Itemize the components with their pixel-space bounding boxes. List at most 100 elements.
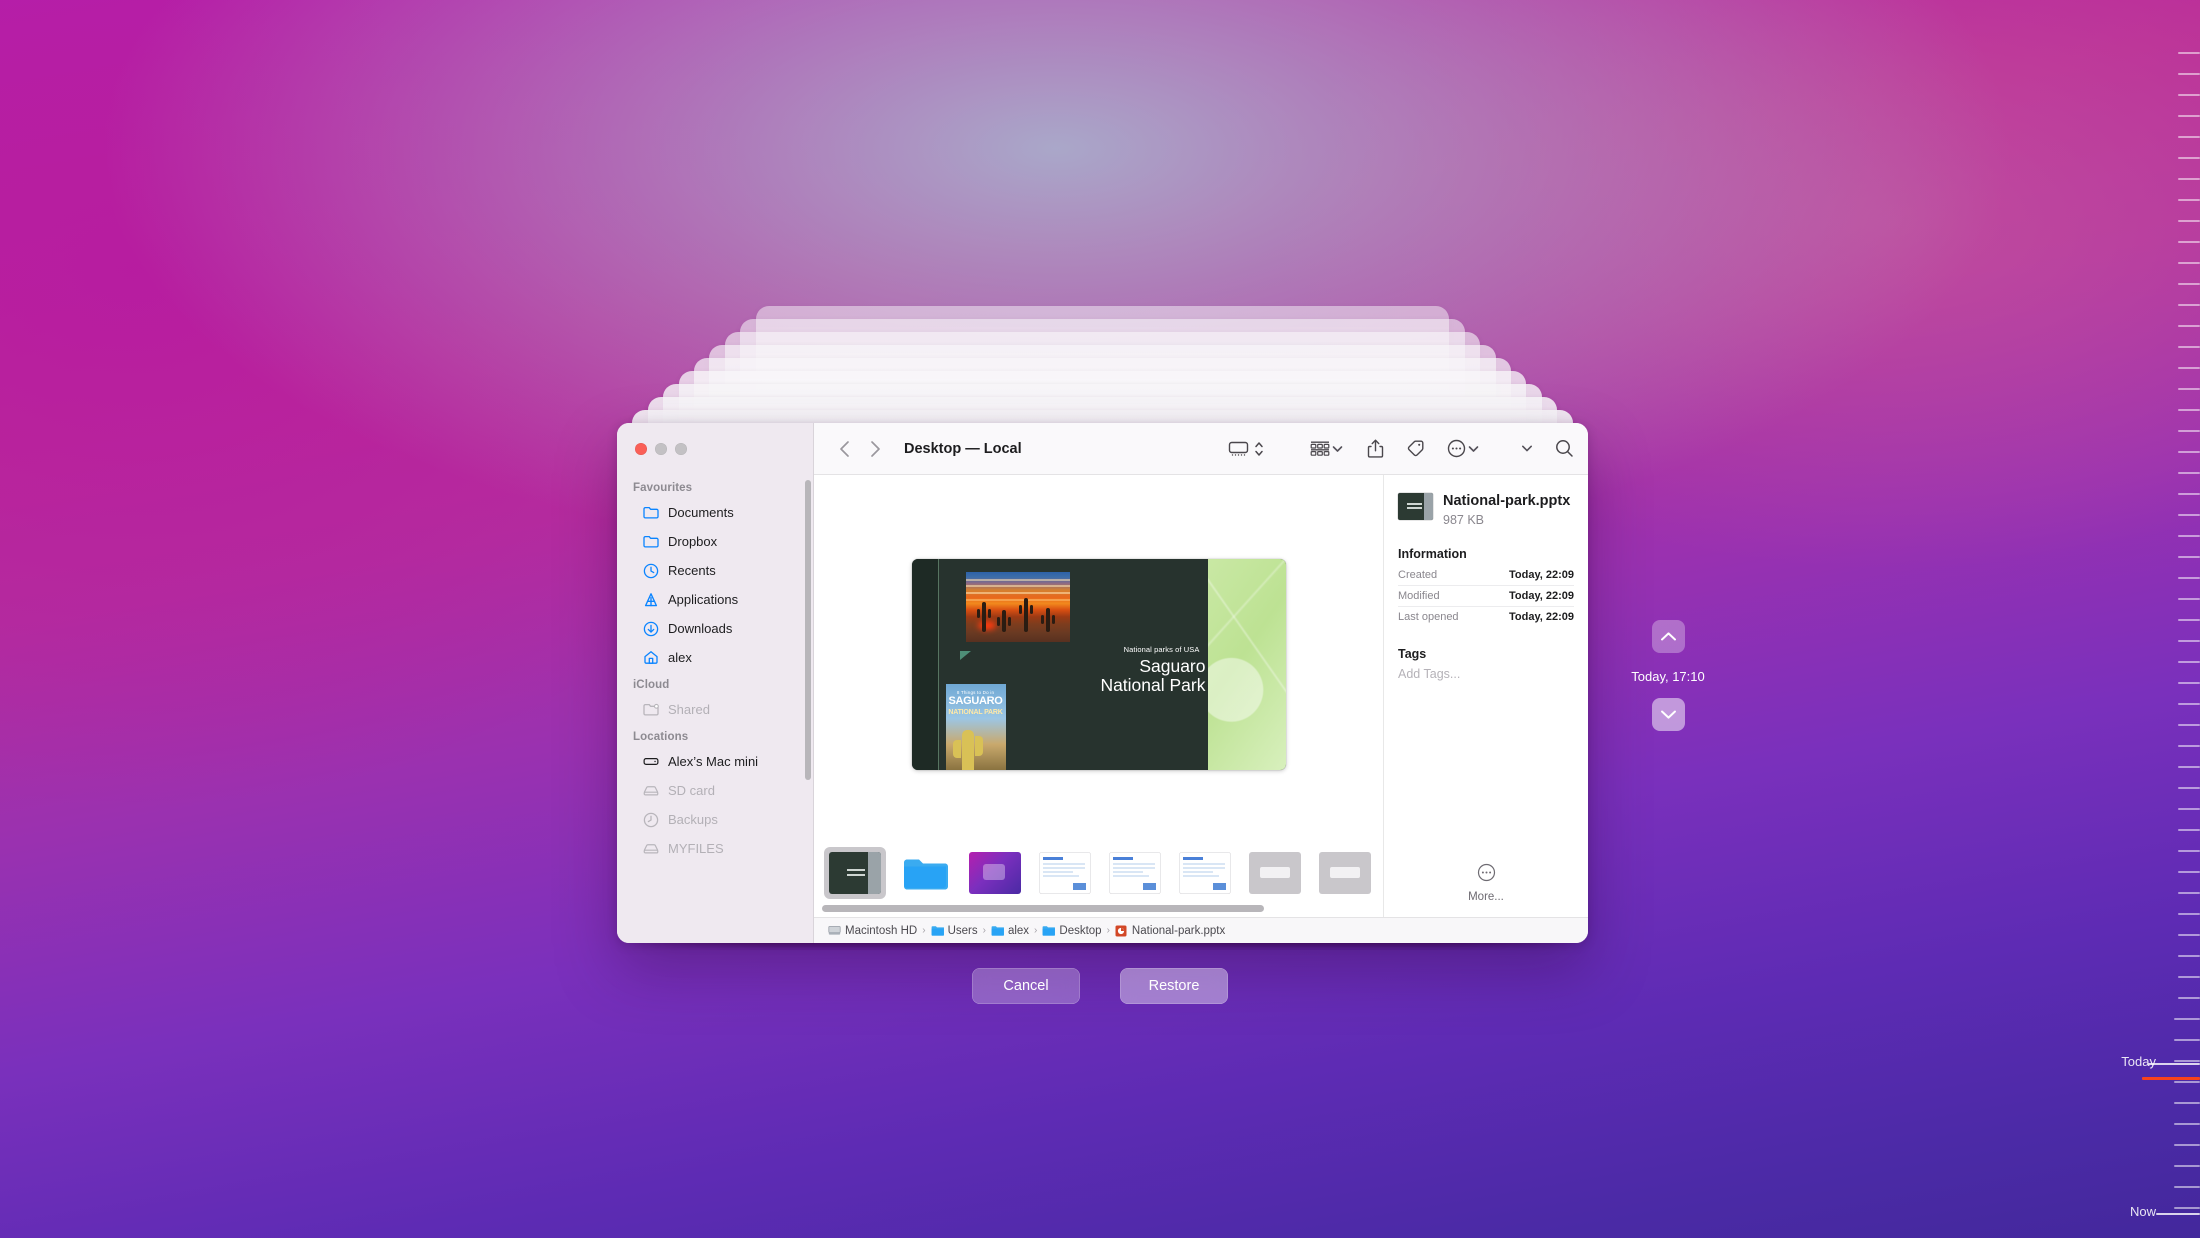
timeline-tick[interactable] — [2178, 157, 2200, 159]
grid-view-icon[interactable] — [1310, 441, 1330, 457]
timeline-tick[interactable] — [2178, 535, 2200, 537]
timeline-tick[interactable] — [2174, 1207, 2200, 1209]
timeline-tick[interactable] — [2174, 1102, 2200, 1104]
timeline-tick[interactable] — [2178, 199, 2200, 201]
minimize-button[interactable] — [655, 443, 667, 455]
timeline-tick[interactable] — [2178, 220, 2200, 222]
add-tags-field[interactable]: Add Tags... — [1398, 667, 1574, 681]
timeline-tick[interactable] — [2178, 598, 2200, 600]
timeline-tick[interactable] — [2178, 640, 2200, 642]
timeline-current-tick[interactable] — [2142, 1077, 2200, 1080]
time-machine-timeline[interactable]: Today Now — [2114, 0, 2200, 1238]
display-icon[interactable] — [1228, 441, 1249, 457]
timeline-tick[interactable] — [2174, 1123, 2200, 1125]
timeline-tick[interactable] — [2178, 976, 2200, 978]
timeline-tick[interactable] — [2178, 241, 2200, 243]
sidebar-item-recents[interactable]: Recents — [625, 556, 805, 585]
timeline-tick[interactable] — [2178, 325, 2200, 327]
timeline-tick[interactable] — [2178, 493, 2200, 495]
timeline-tick[interactable] — [2178, 73, 2200, 75]
timeline-tick[interactable] — [2178, 682, 2200, 684]
timeline-tick[interactable] — [2178, 997, 2200, 999]
timeline-tick[interactable] — [2178, 808, 2200, 810]
chevron-up-icon[interactable] — [1651, 620, 1685, 653]
breadcrumb-item[interactable]: National-park.pptx — [1115, 924, 1225, 937]
thumbnail-item[interactable] — [1174, 847, 1236, 899]
thumbnail-scrollbar[interactable] — [822, 905, 1265, 912]
ellipsis-circle-icon[interactable] — [1447, 439, 1466, 458]
timeline-tick[interactable] — [2178, 766, 2200, 768]
timeline-tick[interactable] — [2178, 787, 2200, 789]
timeline-tick[interactable] — [2174, 1144, 2200, 1146]
breadcrumb-item[interactable]: Users — [931, 924, 978, 937]
timeline-tick[interactable] — [2178, 115, 2200, 117]
close-button[interactable] — [635, 443, 647, 455]
timeline-tick[interactable] — [2174, 1060, 2200, 1062]
cancel-button[interactable]: Cancel — [972, 968, 1080, 1004]
timeline-tick[interactable] — [2178, 346, 2200, 348]
timeline-tick[interactable] — [2174, 1081, 2200, 1083]
chevron-down-icon-nav[interactable] — [1651, 698, 1685, 731]
sidebar-item-alex[interactable]: alex — [625, 643, 805, 672]
breadcrumb-item[interactable]: Desktop — [1042, 924, 1102, 937]
timeline-tick[interactable] — [2178, 283, 2200, 285]
back-icon[interactable] — [830, 435, 860, 463]
display-stepper-icon[interactable] — [1254, 440, 1264, 458]
restore-button[interactable]: Restore — [1120, 968, 1228, 1004]
chevron-down-icon-more[interactable] — [1468, 445, 1479, 453]
timeline-tick[interactable] — [2178, 619, 2200, 621]
sidebar-item-dropbox[interactable]: Dropbox — [625, 527, 805, 556]
timeline-tick[interactable] — [2178, 892, 2200, 894]
slide-preview[interactable]: 8 Things to Do in SAGUARO NATIONAL PARK … — [911, 558, 1286, 770]
timeline-tick[interactable] — [2178, 388, 2200, 390]
thumbnail-item[interactable] — [824, 847, 886, 899]
timeline-tick[interactable] — [2178, 724, 2200, 726]
sidebar-item-documents[interactable]: Documents — [625, 498, 805, 527]
sidebar-item-downloads[interactable]: Downloads — [625, 614, 805, 643]
thumbnail-item[interactable] — [964, 847, 1026, 899]
timeline-tick[interactable] — [2178, 934, 2200, 936]
timeline-tick[interactable] — [2178, 913, 2200, 915]
breadcrumb-item[interactable]: alex — [991, 924, 1029, 937]
forward-icon[interactable] — [860, 435, 890, 463]
timeline-tick[interactable] — [2178, 745, 2200, 747]
sidebar-item-myfiles[interactable]: MYFILES — [625, 834, 805, 863]
timeline-tick[interactable] — [2178, 304, 2200, 306]
more-button[interactable]: More... — [1398, 863, 1574, 917]
timeline-tick[interactable] — [2178, 871, 2200, 873]
thumbnail-scroll-track[interactable] — [814, 903, 1383, 917]
sidebar-item-shared[interactable]: Shared — [625, 695, 805, 724]
timeline-tick[interactable] — [2178, 52, 2200, 54]
thumbnail-item[interactable] — [1244, 847, 1306, 899]
thumbnail-item[interactable] — [1034, 847, 1096, 899]
breadcrumb-item[interactable]: Macintosh HD — [828, 924, 917, 937]
chevron-down-icon-overflow[interactable] — [1521, 444, 1533, 453]
timeline-tick[interactable] — [2178, 430, 2200, 432]
timeline-tick[interactable] — [2178, 829, 2200, 831]
sidebar-item-backups[interactable]: Backups — [625, 805, 805, 834]
timeline-tick[interactable] — [2178, 955, 2200, 957]
timeline-tick[interactable] — [2174, 1165, 2200, 1167]
timeline-tick[interactable] — [2178, 409, 2200, 411]
timeline-major-tick[interactable] — [2156, 1213, 2200, 1215]
search-icon[interactable] — [1555, 439, 1574, 458]
share-icon[interactable] — [1367, 439, 1384, 458]
tag-icon[interactable] — [1406, 439, 1425, 458]
sidebar-item-alex-s-mac-mini[interactable]: Alex’s Mac mini — [625, 747, 805, 776]
timeline-tick[interactable] — [2174, 1039, 2200, 1041]
timeline-tick[interactable] — [2178, 556, 2200, 558]
timeline-tick[interactable] — [2178, 703, 2200, 705]
timeline-tick[interactable] — [2178, 178, 2200, 180]
timeline-tick[interactable] — [2178, 577, 2200, 579]
timeline-tick[interactable] — [2178, 262, 2200, 264]
timeline-tick[interactable] — [2178, 661, 2200, 663]
thumbnail-item[interactable] — [1104, 847, 1166, 899]
zoom-button[interactable] — [675, 443, 687, 455]
timeline-tick[interactable] — [2178, 94, 2200, 96]
chevron-down-icon-group[interactable] — [1332, 445, 1343, 453]
timeline-tick[interactable] — [2178, 451, 2200, 453]
timeline-tick[interactable] — [2174, 1186, 2200, 1188]
timeline-tick[interactable] — [2178, 136, 2200, 138]
thumbnail-item[interactable] — [894, 847, 956, 899]
timeline-tick[interactable] — [2178, 472, 2200, 474]
